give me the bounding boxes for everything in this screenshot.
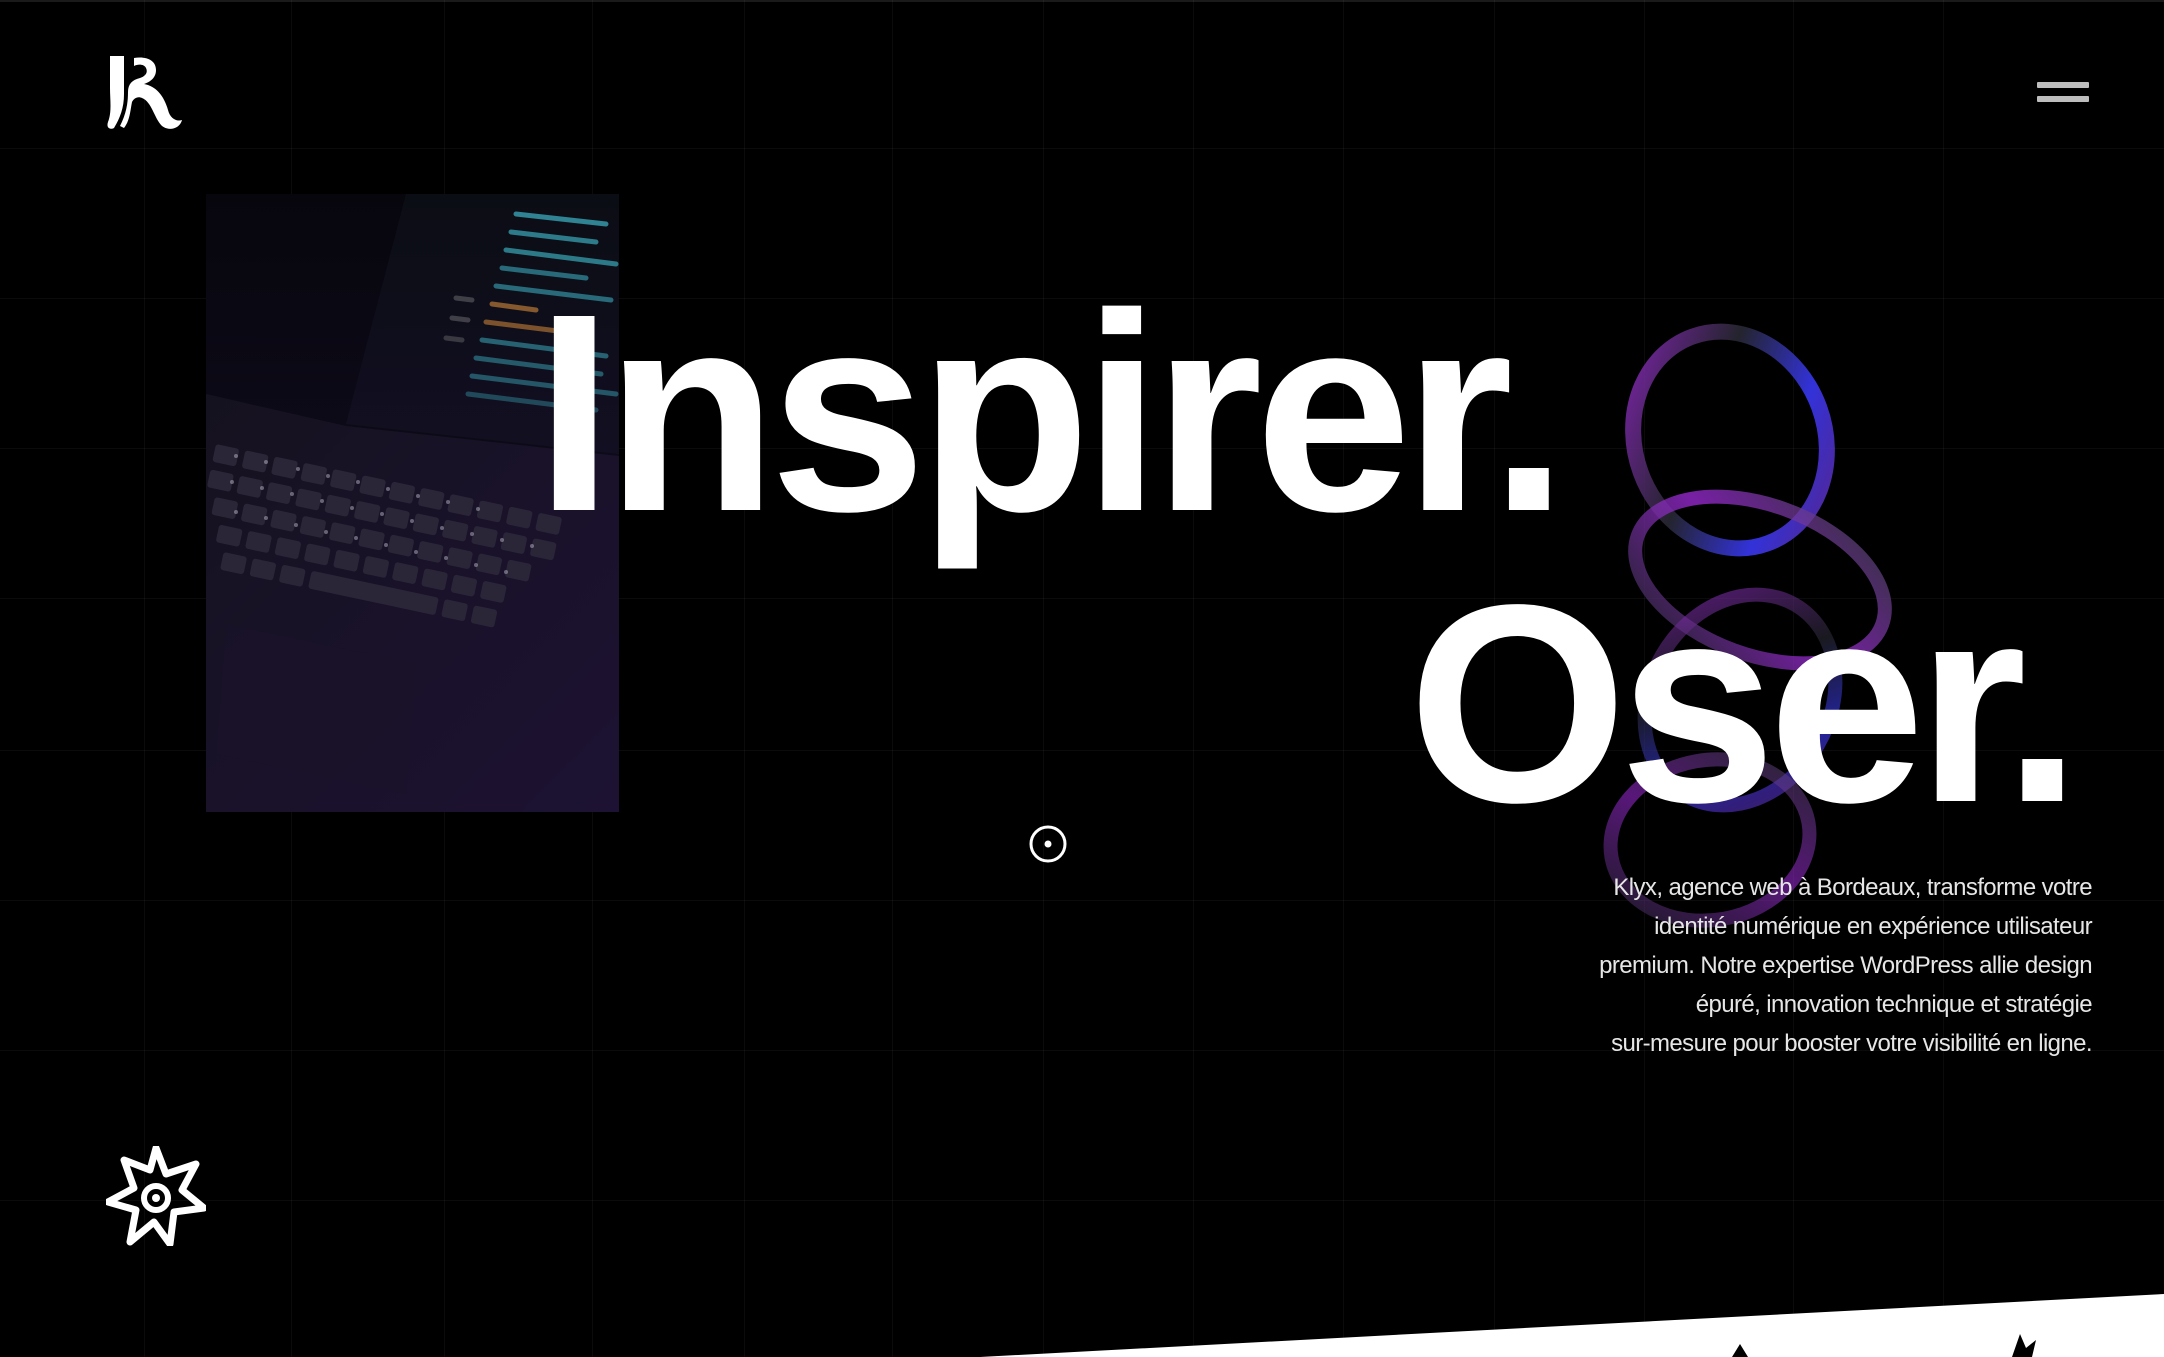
description-line: épuré, innovation technique et stratégie bbox=[1695, 991, 2093, 1018]
headline-line-1: Inspirer. bbox=[535, 255, 1568, 570]
star-badge-icon bbox=[104, 1144, 208, 1248]
description-line: premium. Notre expertise WordPress allie… bbox=[1599, 952, 2093, 979]
menu-bar-top bbox=[2037, 82, 2089, 88]
hamburger-menu-icon[interactable] bbox=[2028, 72, 2094, 112]
klyx-logo-icon[interactable] bbox=[106, 56, 184, 130]
description-line: Klyx, agence web à Bordeaux, transforme … bbox=[1613, 874, 2092, 901]
headline-line-2: Oser. bbox=[1408, 546, 2082, 861]
hero-page: Inspirer. Oser. Klyx, agence web à Borde… bbox=[0, 0, 2164, 1357]
target-circle-icon[interactable] bbox=[1028, 824, 1068, 864]
menu-bar-bottom bbox=[2037, 96, 2089, 102]
hero-description: Klyx, agence web à Bordeaux, transforme … bbox=[1560, 868, 2093, 1063]
description-line: identité numérique en expérience utilisa… bbox=[1654, 913, 2092, 940]
top-border bbox=[0, 0, 2164, 2]
description-line: sur-mesure pour booster votre visibilité… bbox=[1611, 1030, 2093, 1057]
